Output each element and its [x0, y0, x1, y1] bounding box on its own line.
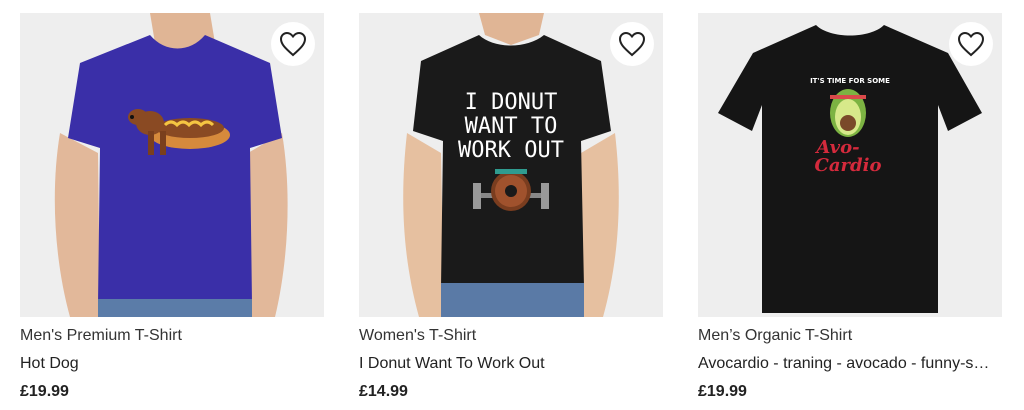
product-name[interactable]: Avocardio - traning - avocado - funny-sp…: [698, 354, 998, 374]
design-text-line: I DONUT: [465, 90, 558, 115]
product-type: Men's Premium T-Shirt: [20, 327, 182, 344]
heart-outline-icon: [957, 31, 985, 57]
favorite-button[interactable]: [949, 22, 993, 66]
product-grid: Men's Premium T-Shirt Hot Dog £19.99 I D…: [0, 0, 1024, 410]
product-image[interactable]: IT'S TIME FOR SOME Avo- Cardio: [698, 13, 1002, 317]
design-text-line: IT'S TIME FOR SOME: [810, 77, 890, 85]
favorite-button[interactable]: [271, 22, 315, 66]
product-price: £14.99: [359, 383, 408, 400]
product-price: £19.99: [20, 383, 69, 400]
product-card[interactable]: IT'S TIME FOR SOME Avo- Cardio Men’s Org…: [698, 13, 1002, 402]
product-card[interactable]: I DONUT WANT TO WORK OUT Women's T-Shirt…: [359, 13, 663, 402]
product-card[interactable]: Men's Premium T-Shirt Hot Dog £19.99: [20, 13, 324, 402]
product-name[interactable]: Hot Dog: [20, 354, 320, 374]
product-type: Men’s Organic T-Shirt: [698, 327, 853, 344]
design-text-line: Cardio: [815, 155, 882, 176]
product-image[interactable]: I DONUT WANT TO WORK OUT: [359, 13, 663, 317]
favorite-button[interactable]: [610, 22, 654, 66]
product-name[interactable]: I Donut Want To Work Out: [359, 354, 659, 374]
heart-outline-icon: [279, 31, 307, 57]
heart-outline-icon: [618, 31, 646, 57]
design-text-line: WORK OUT: [458, 138, 564, 163]
product-image[interactable]: [20, 13, 324, 317]
design-text-line: WANT TO: [465, 114, 558, 139]
product-type: Women's T-Shirt: [359, 327, 477, 344]
product-price: £19.99: [698, 383, 747, 400]
